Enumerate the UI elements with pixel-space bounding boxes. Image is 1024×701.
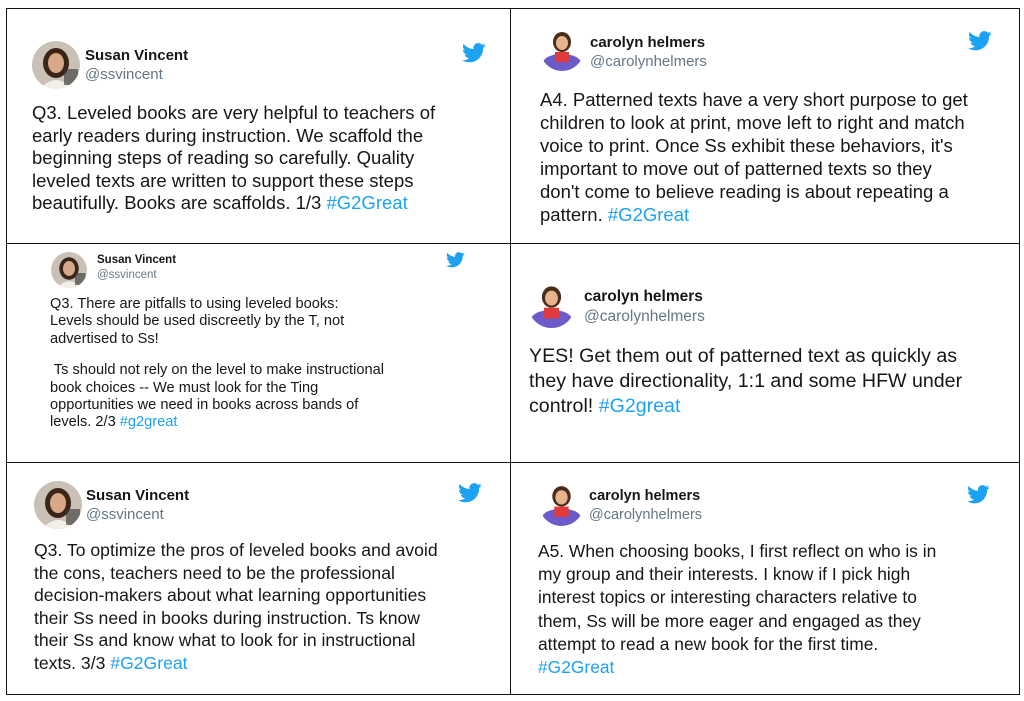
tweet-line: their Ss need in books during instructio… [34, 607, 420, 628]
author-name[interactable]: carolyn helmers [584, 288, 703, 306]
tweet-card[interactable]: Susan Vincent @ssvincent Q3. There are p… [7, 244, 510, 462]
tweet-line: don't come to believe reading is about r… [540, 181, 949, 202]
avatar[interactable] [528, 281, 575, 328]
author-handle[interactable]: @ssvincent [85, 66, 163, 83]
twitter-bird-icon[interactable] [462, 43, 486, 63]
avatar[interactable] [539, 481, 584, 526]
tweet-text: A5. When choosing books, I first reflect… [538, 540, 1013, 679]
grid-line-right [1019, 8, 1020, 695]
tweet-line: beginning steps of reading so carefully.… [32, 147, 415, 169]
author-name[interactable]: Susan Vincent [85, 47, 188, 64]
author-name[interactable]: Susan Vincent [86, 487, 189, 504]
tweet-card[interactable]: Susan Vincent @ssvincent Q3. To optimize… [7, 463, 510, 694]
tweet-card[interactable]: carolyn helmers @carolynhelmers A4. Patt… [511, 9, 1019, 243]
twitter-bird-icon[interactable] [446, 252, 465, 268]
hashtag-link[interactable]: #G2Great [538, 657, 614, 677]
tweet-line: #G2Great [538, 656, 1013, 679]
tweet-line: YES! Get them out of patterned text as q… [529, 345, 958, 367]
tweet-line: A4. Patterned texts have a very short pu… [540, 89, 968, 110]
tweet-line: they have directionality, 1:1 and some H… [529, 370, 963, 392]
tweet-line: texts. 3/3 #G2Great [34, 652, 504, 675]
bitmoji-avatar-icon [528, 281, 575, 328]
tweet-line-text: beautifully. Books are scaffolds. 1/3 [32, 192, 327, 214]
avatar[interactable] [32, 41, 80, 89]
author-handle[interactable]: @carolynhelmers [590, 53, 707, 70]
author-name[interactable]: Susan Vincent [97, 254, 176, 266]
tweet-line: beautifully. Books are scaffolds. 1/3 #G… [32, 192, 502, 215]
tweet-line: A5. When choosing books, I first reflect… [538, 541, 937, 561]
tweet-line: the cons, teachers need to be the profes… [34, 562, 395, 583]
tweet-line: children to look at print, move left to … [540, 112, 965, 133]
profile-photo-icon [51, 252, 87, 288]
tweet-line: control! #G2great [529, 394, 1017, 419]
tweet-line: early readers during instruction. We sca… [32, 124, 424, 146]
hashtag-link[interactable]: #G2Great [110, 653, 187, 673]
tweet-line: book choices -- We must look for the Tin… [50, 379, 319, 396]
tweet-card[interactable]: carolyn helmers @carolynhelmers A5. When… [511, 463, 1019, 694]
tweet-line: attempt to read a new book for the first… [538, 633, 879, 654]
tweet-text: A4. Patterned texts have a very short pu… [540, 88, 1015, 226]
twitter-bird-icon[interactable] [968, 31, 992, 51]
tweet-line: levels. 2/3 #g2great [50, 414, 505, 431]
tweet-line: my group and their interests. I know if … [538, 564, 911, 585]
tweet-line: pattern. #G2Great [540, 203, 1015, 226]
hashtag-link[interactable]: #G2great [599, 395, 681, 417]
twitter-bird-icon[interactable] [458, 483, 482, 503]
tweet-text: Q3. Leveled books are very helpful to te… [32, 102, 502, 215]
tweet-line: interest topics or interesting character… [538, 587, 917, 608]
hashtag-link[interactable]: #g2great [120, 414, 178, 430]
author-handle[interactable]: @ssvincent [86, 506, 164, 523]
tweet-line: opportunities we need in books across ba… [50, 397, 359, 414]
grid-line-bottom [6, 694, 1020, 695]
tweet-line: Q3. Leveled books are very helpful to te… [32, 102, 436, 123]
profile-photo-icon [32, 41, 80, 89]
tweet-line: them, Ss will be more eager and engaged … [538, 610, 921, 631]
tweet-line-text: levels. 2/3 [50, 414, 120, 431]
hashtag-link[interactable]: #G2Great [326, 192, 407, 213]
avatar[interactable] [34, 481, 82, 529]
tweet-line: decision-makers about what learning oppo… [34, 585, 427, 605]
tweet-line: leveled texts are written to support the… [32, 169, 414, 191]
profile-photo-icon [34, 481, 82, 529]
tweet-card[interactable]: Susan Vincent @ssvincent Q3. Leveled boo… [7, 9, 510, 243]
tweet-line-text: texts. 3/3 [34, 652, 111, 673]
tweet-line-text: control! [529, 395, 599, 417]
tweet-text: Q3. There are pitfalls to using leveled … [50, 296, 505, 432]
tweet-line: Q3. There are pitfalls to using leveled … [50, 296, 339, 312]
tweet-line-text: pattern. [540, 204, 608, 225]
avatar[interactable] [540, 27, 584, 71]
tweet-text: YES! Get them out of patterned text as q… [529, 344, 1017, 419]
tweet-line: important to move out of patterned texts… [540, 158, 932, 179]
bitmoji-avatar-icon [539, 481, 584, 526]
bitmoji-avatar-icon [540, 27, 584, 71]
tweet-line: voice to print. Once Ss exhibit these be… [540, 135, 953, 156]
tweet-collage: Susan Vincent @ssvincent Q3. Leveled boo… [0, 0, 1024, 701]
avatar[interactable] [51, 252, 87, 288]
author-handle[interactable]: @carolynhelmers [584, 308, 705, 326]
author-handle[interactable]: @carolynhelmers [589, 507, 702, 523]
hashtag-link[interactable]: #G2Great [608, 204, 689, 225]
tweet-card[interactable]: carolyn helmers @carolynhelmers YES! Get… [511, 244, 1019, 462]
tweet-line: Levels should be used discreetly by the … [50, 313, 345, 330]
tweet-line: their Ss and know what to look for in in… [34, 630, 416, 650]
twitter-bird-icon[interactable] [967, 485, 990, 504]
author-name[interactable]: carolyn helmers [590, 34, 705, 51]
author-handle[interactable]: @ssvincent [97, 269, 157, 281]
author-name[interactable]: carolyn helmers [589, 488, 700, 504]
tweet-line: advertised to Ss! [50, 330, 159, 347]
tweet-line: Q3. To optimize the pros of leveled book… [34, 540, 438, 560]
tweet-line: Ts should not rely on the level to make … [50, 362, 384, 379]
tweet-text: Q3. To optimize the pros of leveled book… [34, 539, 504, 674]
